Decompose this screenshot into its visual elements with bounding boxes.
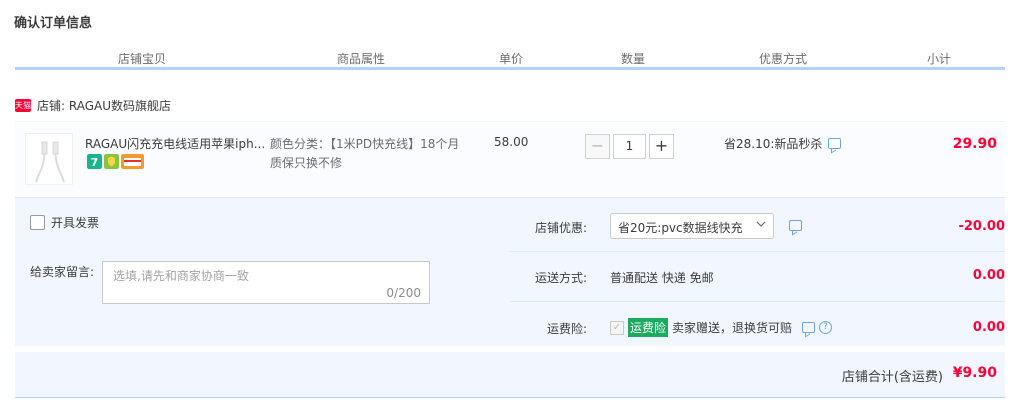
unit-price: 58.00	[494, 135, 529, 149]
invoice-label: 开具发票	[51, 216, 100, 230]
product-attribute: 颜色分类：【1米PD快充线】18个月质保只换不修	[270, 137, 460, 170]
seven-day-return-icon: 7	[87, 154, 102, 169]
divider	[510, 301, 1005, 302]
product-title[interactable]: RAGAU闪充充电线适用苹果iph...	[85, 135, 270, 152]
column-header: 店铺宝贝 商品属性 单价 数量 优惠方式 小计	[15, 48, 1005, 70]
remark-input[interactable]: 选填,请先和商家协商一致 0/200	[102, 261, 430, 304]
order-item: RAGAU闪充充电线适用苹果iph... 7 颜色分类：【1米PD快充线】18个…	[15, 121, 1005, 198]
quantity-stepper: − 1 +	[585, 134, 674, 159]
shipping-amount: 0.00	[972, 268, 1005, 283]
shipping-label: 运送方式:	[534, 271, 587, 285]
shop-discount-label: 店铺优惠:	[534, 221, 587, 235]
insurance-label: 运费险:	[546, 322, 587, 336]
svg-text:7: 7	[91, 156, 99, 169]
item-discount-text: 省28.10:新品秒杀	[724, 137, 823, 151]
remark-label: 给卖家留言:	[30, 265, 95, 279]
invoice-option[interactable]: 开具发票	[30, 214, 99, 231]
item-subtotal: 29.90	[952, 136, 997, 152]
column-attribute: 商品属性	[337, 52, 386, 66]
insurance-option: ✓ 运费险 卖家赠送，退换货可赔 ?	[610, 318, 833, 337]
shop-row: 天猫 店铺: RAGAU数码旗舰店	[15, 96, 171, 114]
shipping-value: 普通配送 快递 免邮	[610, 271, 714, 285]
quantity-input[interactable]: 1	[613, 134, 646, 159]
page-title: 确认订单信息	[14, 16, 93, 31]
shield-guarantee-icon	[104, 154, 119, 169]
service-icons: 7	[87, 154, 144, 169]
insurance-amount: 0.00	[972, 320, 1005, 335]
shop-total-label: 店铺合计(含运费)	[841, 370, 943, 385]
credit-card-icon	[121, 154, 144, 169]
insurance-text: 卖家赠送，退换货可赔	[672, 321, 793, 335]
chat-icon[interactable]	[802, 322, 816, 333]
tmall-badge-icon: 天猫	[15, 98, 31, 112]
decrease-quantity-button[interactable]: −	[585, 134, 610, 159]
shop-discount-select[interactable]: 省20元:pvc数据线快充	[610, 213, 774, 239]
remark-char-count: 0/200	[386, 286, 421, 300]
chat-icon[interactable]	[828, 138, 842, 149]
chevron-down-icon	[756, 220, 766, 231]
divider	[510, 251, 1005, 252]
column-price: 单价	[499, 52, 524, 66]
help-icon[interactable]: ?	[819, 321, 833, 334]
column-discount: 优惠方式	[759, 52, 808, 66]
invoice-checkbox[interactable]	[30, 215, 45, 230]
shop-discount-amount: -20.00	[958, 219, 1005, 234]
remark-placeholder: 选填,请先和商家协商一致	[113, 269, 249, 283]
shop-name[interactable]: 店铺: RAGAU数码旗舰店	[37, 97, 171, 114]
cable-icon	[35, 141, 65, 183]
column-subtotal: 小计	[927, 52, 952, 66]
chat-icon[interactable]	[789, 220, 802, 231]
item-discount: 省28.10:新品秒杀	[724, 135, 842, 152]
product-image[interactable]	[25, 133, 73, 185]
column-shop-item: 店铺宝贝	[118, 52, 167, 66]
shop-discount-value: 省20元:pvc数据线快充	[618, 221, 743, 235]
increase-quantity-button[interactable]: +	[649, 134, 674, 159]
insurance-checkbox: ✓	[610, 320, 624, 335]
shop-total-amount: ¥9.90	[952, 365, 997, 381]
shop-total-row: 店铺合计(含运费) ¥9.90	[15, 352, 1005, 398]
column-quantity: 数量	[621, 52, 646, 66]
insurance-tag: 运费险	[628, 318, 669, 337]
